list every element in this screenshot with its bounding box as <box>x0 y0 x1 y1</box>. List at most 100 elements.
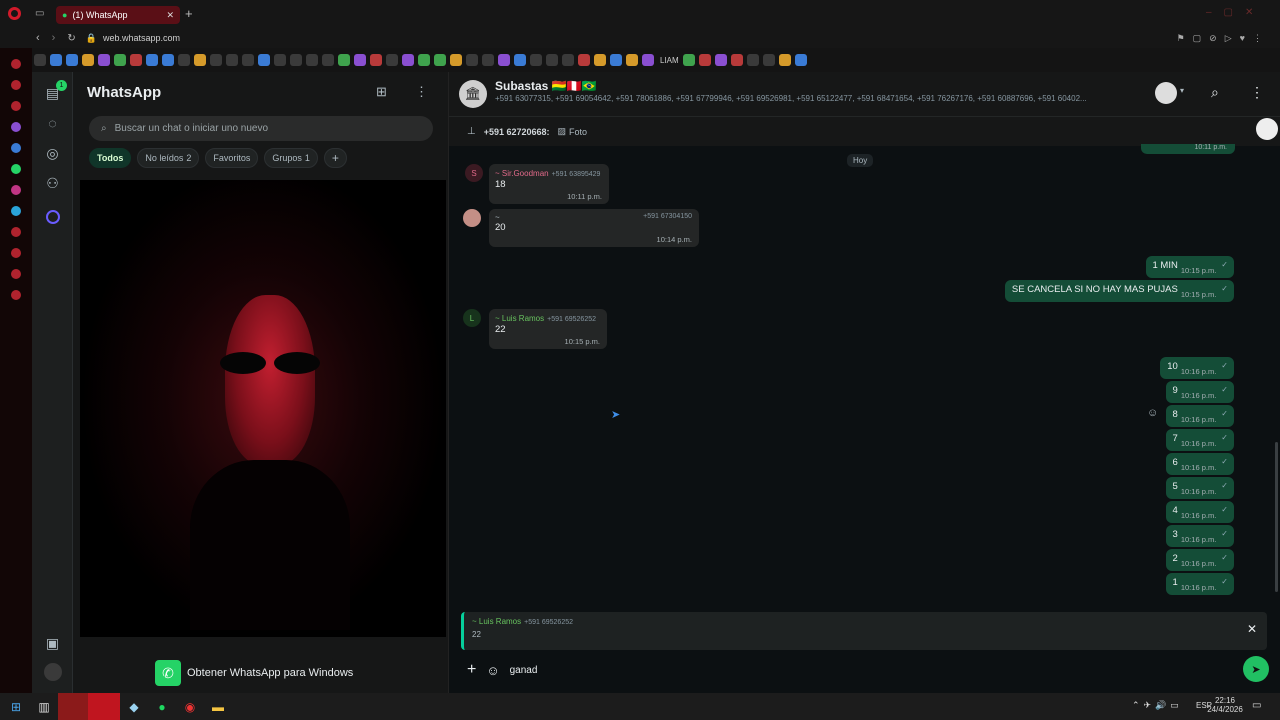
bookmark-icon[interactable] <box>210 54 222 66</box>
chat-menu-icon[interactable]: ⋮ <box>1250 84 1264 101</box>
profile-avatar[interactable] <box>32 657 73 687</box>
group-avatar[interactable]: 🏛 <box>459 80 487 108</box>
whatsapp-sidebar-icon[interactable] <box>11 164 21 174</box>
bookmark-icon[interactable] <box>66 54 78 66</box>
bookmark-icon[interactable] <box>130 54 142 66</box>
send-button[interactable]: ➤ <box>1243 656 1269 682</box>
outgoing-message[interactable]: 6 10:16 p.m. ✓ <box>1165 453 1234 475</box>
opera-sidebar-icon[interactable] <box>11 59 21 69</box>
bookmark-icon[interactable] <box>450 54 462 66</box>
chats-icon[interactable]: ▤ 1 <box>32 78 73 108</box>
outgoing-message[interactable]: 9 10:16 p.m. ✓ <box>1165 381 1234 403</box>
bookmark-icon[interactable] <box>82 54 94 66</box>
tabs-menu-icon[interactable]: ▭ <box>35 8 44 19</box>
bookmark-liam[interactable]: LIAM <box>660 56 679 65</box>
clock[interactable]: 22:16 24/4/2026 <box>1206 696 1244 714</box>
outgoing-message[interactable]: 2 10:16 p.m. ✓ <box>1165 549 1234 571</box>
channels-icon[interactable]: ◎ <box>32 138 73 168</box>
bookmark-icon[interactable] <box>626 54 638 66</box>
filter-todos[interactable]: Todos <box>89 148 132 168</box>
bookmark-icon[interactable] <box>578 54 590 66</box>
bookmark-icon[interactable] <box>322 54 334 66</box>
bookmark-icon[interactable] <box>794 54 807 66</box>
media-icon[interactable]: ▣ <box>32 628 73 658</box>
bookmark-icon[interactable] <box>194 54 206 66</box>
search-input[interactable]: ⌕ Buscar un chat o iniciar uno nuevo <box>89 116 433 141</box>
opera-sidebar-icon[interactable] <box>11 80 21 90</box>
add-filter-button[interactable]: + <box>323 148 347 168</box>
bookmark-icon[interactable] <box>698 54 711 66</box>
sender-name[interactable]: ~ <box>495 213 500 222</box>
outgoing-message[interactable]: 7 10:16 p.m. ✓ <box>1165 429 1234 451</box>
file-explorer-icon[interactable]: ▬ <box>204 693 232 720</box>
outgoing-message[interactable]: 5 10:16 p.m. ✓ <box>1165 477 1234 499</box>
bookmark-icon[interactable] <box>562 54 574 66</box>
group-name[interactable]: Subastas 🇧🇴🇵🇪🇧🇷 <box>495 79 597 93</box>
outgoing-message[interactable]: 8 10:16 p.m. ✓ <box>1165 405 1234 427</box>
back-icon[interactable]: ‹ <box>36 32 40 44</box>
tab-whatsapp[interactable]: ● (1) WhatsApp ✕ <box>56 6 180 24</box>
meta-ai-icon[interactable] <box>32 202 73 232</box>
status-icon[interactable]: ◌ <box>32 108 73 138</box>
bookmark-icon[interactable] <box>306 54 318 66</box>
close-reply-icon[interactable]: ✕ <box>1247 622 1257 636</box>
outgoing-message[interactable]: 4 10:16 p.m. ✓ <box>1165 501 1234 523</box>
chat-scrollbar[interactable] <box>1275 442 1278 592</box>
bookmark-icon[interactable] <box>242 54 254 66</box>
outgoing-message[interactable]: 1 10:16 p.m. ✓ <box>1165 573 1234 595</box>
outgoing-message[interactable]: SE CANCELA SI NO HAY MAS PUJAS 10:15 p.m.… <box>1004 280 1234 302</box>
notifications-icon[interactable]: ▭ <box>1252 700 1261 711</box>
telegram-icon[interactable] <box>11 206 21 216</box>
chevron-down-icon[interactable]: ▾ <box>1180 86 1184 95</box>
sender-name[interactable]: ~ Sir.Goodman <box>495 169 549 178</box>
bookmark-icon[interactable] <box>146 54 158 66</box>
new-chat-icon[interactable]: ⊞ <box>376 84 387 100</box>
bookmark-icon[interactable] <box>50 54 62 66</box>
reply-preview[interactable]: ~ Luis Ramos +591 69526252 22 ✕ <box>461 612 1267 650</box>
outgoing-message[interactable]: 10 10:16 p.m. ✓ <box>1160 357 1234 379</box>
task-view-icon[interactable]: ▥ <box>30 693 58 720</box>
search-messages-icon[interactable]: ⌕ <box>1211 84 1219 101</box>
bookmark-icon[interactable] <box>498 54 510 66</box>
tab-close-icon[interactable]: ✕ <box>166 10 174 21</box>
opera-sidebar-icon[interactable] <box>11 269 21 279</box>
bookmark-icon[interactable] <box>402 54 414 66</box>
pinned-thumbnail[interactable] <box>1256 118 1278 140</box>
toolbar-icons[interactable]: ⚑▢⊘▷♥⋮ <box>1177 33 1270 44</box>
menu-icon[interactable]: ⋮ <box>415 84 428 100</box>
react-emoji-icon[interactable]: ☺ <box>1147 407 1158 419</box>
emoji-sticker-icon[interactable]: ☺ <box>486 663 499 678</box>
pinned-message[interactable]: ⊥ +591 62720668: ▨ Foto <box>449 116 1280 146</box>
outgoing-message[interactable]: 1 MIN 10:15 p.m. ✓ <box>1145 256 1234 278</box>
bookmark-icon[interactable] <box>778 54 791 66</box>
bookmark-icon[interactable] <box>546 54 558 66</box>
new-tab-button[interactable]: + <box>185 6 193 21</box>
bookmark-icon[interactable] <box>466 54 478 66</box>
tray-icons[interactable]: ⌃✈🔊▭ <box>1132 700 1183 711</box>
incoming-message[interactable]: ~ Luis Ramos +591 69526252 22 10:15 p.m. <box>489 309 607 349</box>
windows-start-icon[interactable]: ⊞ <box>2 693 30 720</box>
opera-sidebar-icon[interactable] <box>11 101 21 111</box>
bookmark-icon[interactable] <box>730 54 743 66</box>
bookmark-icon[interactable] <box>642 54 654 66</box>
sender-avatar[interactable]: S <box>465 164 483 182</box>
bookmark-icon[interactable] <box>682 54 695 66</box>
incoming-message[interactable]: ~ Sir.Goodman +591 63895429 18 10:11 p.m. <box>489 164 609 204</box>
forward-icon[interactable]: › <box>52 32 56 44</box>
bookmark-icon[interactable] <box>98 54 110 66</box>
taskbar-app-icon[interactable] <box>58 693 88 720</box>
sender-avatar[interactable]: L <box>463 309 481 327</box>
window-controls[interactable]: –▢✕ <box>1206 7 1265 18</box>
url-field[interactable]: web.whatsapp.com <box>103 33 180 43</box>
spotify-icon[interactable]: ● <box>148 693 176 720</box>
taskbar-app-icon[interactable]: ◉ <box>176 693 204 720</box>
incoming-message[interactable]: ~ +591 67304150 20 10:14 p.m. <box>489 209 699 247</box>
bookmark-icon[interactable] <box>290 54 302 66</box>
bookmark-icon[interactable] <box>762 54 775 66</box>
bookmark-icon[interactable] <box>258 54 270 66</box>
bookmark-icon[interactable] <box>594 54 606 66</box>
bookmark-icon[interactable] <box>162 54 174 66</box>
bookmark-icon[interactable] <box>370 54 382 66</box>
bookmark-icon[interactable] <box>386 54 398 66</box>
bookmark-icon[interactable] <box>434 54 446 66</box>
